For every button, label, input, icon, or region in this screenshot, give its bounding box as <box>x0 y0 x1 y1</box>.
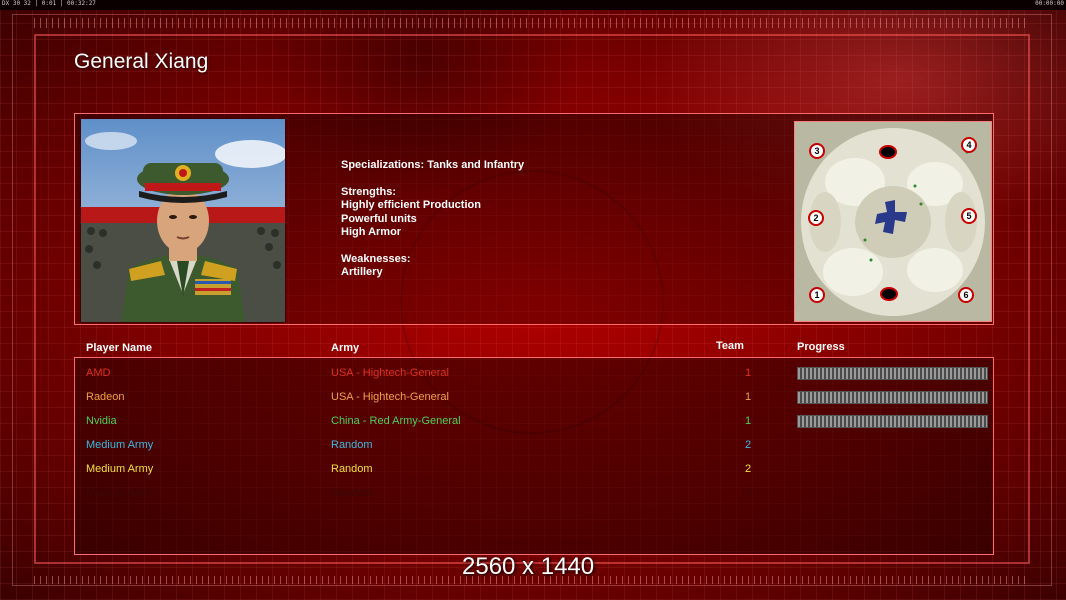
start-slot[interactable]: 6 <box>958 287 974 303</box>
weakness-item: Artillery <box>341 266 383 278</box>
player-name-cell: AMD <box>86 367 111 379</box>
hud-strip <box>0 0 1066 10</box>
team-cell: 2 <box>745 439 752 451</box>
resolution-label: 2560 x 1440 <box>462 553 595 580</box>
progress-bar <box>797 415 988 428</box>
army-cell: Random <box>331 439 373 451</box>
specializations-text: Specializations: Tanks and Infantry <box>341 159 525 171</box>
hud-stats: DX 30 32 | 0:01 | 00:32:27 <box>2 0 96 7</box>
start-slot-occupied[interactable] <box>879 145 897 159</box>
player-name-cell: Medium Army <box>86 439 154 451</box>
team-cell: 2 <box>745 463 752 475</box>
start-slot[interactable]: 1 <box>809 287 825 303</box>
header-army: Army <box>331 342 360 354</box>
army-cell: Random <box>331 487 373 499</box>
loading-screen: DX 30 32 | 0:01 | 00:32:27 00:00:00 Gene… <box>0 0 1066 600</box>
general-name-title: General Xiang <box>74 50 209 73</box>
start-slot[interactable]: 5 <box>961 208 977 224</box>
weaknesses-heading: Weaknesses: <box>341 252 411 265</box>
army-cell: USA - Hightech-General <box>331 367 449 379</box>
strength-item: High Armor <box>341 226 402 238</box>
start-slot-occupied[interactable] <box>880 287 898 301</box>
strength-item: Highly efficient Production <box>341 199 481 211</box>
player-table <box>74 357 994 555</box>
start-slot[interactable]: 4 <box>961 137 977 153</box>
progress-bar <box>797 367 988 380</box>
general-portrait <box>80 118 286 323</box>
strengths-heading: Strengths: <box>341 185 396 198</box>
team-cell: 1 <box>745 415 752 427</box>
header-progress: Progress <box>797 341 845 353</box>
army-cell: USA - Hightech-General <box>331 391 449 403</box>
player-name-cell: Medium Army <box>86 463 154 475</box>
army-cell: China - Red Army-General <box>331 415 461 427</box>
player-name-cell: Medium Army <box>86 487 154 499</box>
general-specs: Specializations: Tanks and Infantry Stre… <box>341 159 524 280</box>
start-slot[interactable]: 2 <box>808 210 824 226</box>
team-cell: 1 <box>745 391 752 403</box>
player-name-cell: Nvidia <box>86 415 117 427</box>
strength-item: Powerful units <box>341 212 417 225</box>
header-team: Team <box>716 340 744 352</box>
army-cell: Random <box>331 463 373 475</box>
team-cell: 1 <box>745 367 752 379</box>
hud-clock: 00:00:00 <box>1035 0 1064 7</box>
header-player-name: Player Name <box>86 342 153 354</box>
start-slot[interactable]: 3 <box>809 143 825 159</box>
map-preview: 3 4 2 5 1 6 <box>794 121 992 322</box>
player-name-cell: Radeon <box>86 391 125 403</box>
team-cell: 3 <box>745 487 752 499</box>
progress-bar <box>797 391 988 404</box>
